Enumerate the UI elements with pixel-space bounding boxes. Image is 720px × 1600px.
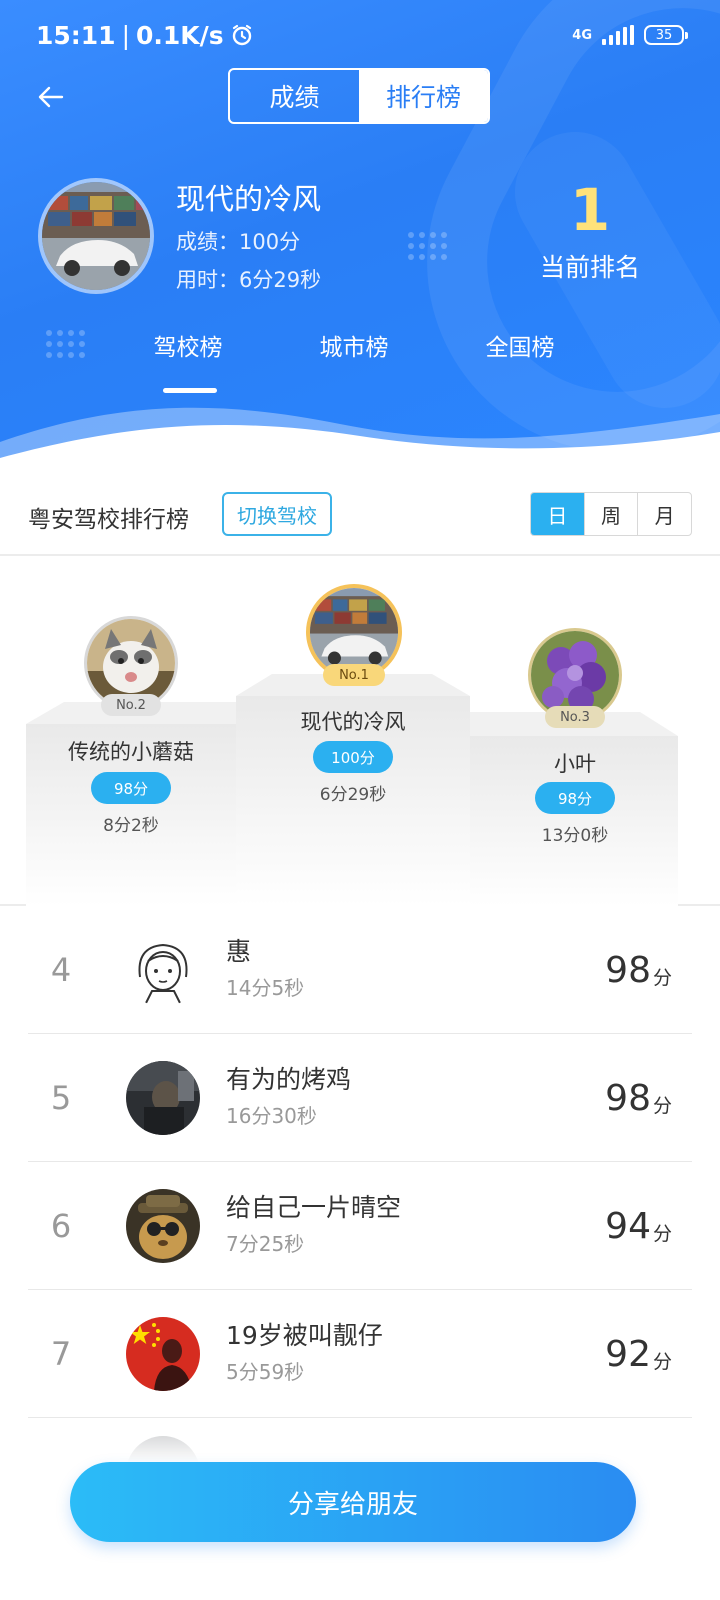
list-time: 16分30秒 (226, 1104, 317, 1128)
list-rank: 6 (50, 1207, 72, 1245)
my-score-label: 成绩： (176, 230, 239, 254)
avatar (126, 1061, 200, 1135)
list-time: 14分5秒 (226, 976, 305, 1000)
tab-national[interactable]: 全国榜 (460, 328, 580, 362)
status-speed: 0.1K/s (136, 20, 224, 50)
my-time-value: 6分29秒 (239, 268, 322, 292)
arrow-left-icon (38, 86, 64, 108)
list-score-unit: 分 (652, 1222, 672, 1245)
first-place-time: 6分29秒 (319, 785, 387, 805)
avatar (126, 933, 200, 1007)
signal-icon (602, 25, 634, 45)
tab-leaderboard[interactable]: 排行榜 (359, 70, 488, 122)
current-rank-label: 当前排名 (539, 253, 640, 282)
network-type: 4G (572, 27, 592, 43)
third-place-name: 小叶 (554, 752, 596, 776)
list-score-value: 92 (605, 1333, 651, 1375)
my-avatar (38, 178, 154, 294)
list-score-value: 98 (605, 949, 651, 991)
battery-level: 35 (655, 27, 673, 43)
status-left: 15:11 | 0.1K/s (36, 21, 254, 50)
view-switch: 成绩 排行榜 (228, 68, 490, 124)
second-place-score: 98分 (91, 772, 171, 804)
header: 15:11 | 0.1K/s 4G 35 成绩 排行榜 现代的冷风 成绩：100… (0, 0, 720, 470)
period-switch: 日 周 月 (530, 492, 692, 536)
my-name: 现代的冷风 (176, 182, 322, 216)
back-button[interactable] (34, 80, 68, 114)
list-item[interactable]: 5 有为的烤鸡 16分30秒 98 分 (28, 1034, 692, 1162)
second-place-time: 8分2秒 (103, 816, 159, 836)
section-title: 粤安驾校排行榜 (28, 507, 189, 533)
status-right: 4G 35 (572, 25, 688, 45)
list-item[interactable]: 4 惠 14分5秒 98 分 (28, 906, 692, 1034)
second-place-name: 传统的小蘑菇 (68, 740, 194, 764)
list-score-value: 98 (605, 1077, 651, 1119)
status-separator: | (121, 20, 131, 50)
status-time: 15:11 (36, 20, 116, 50)
my-time-label: 用时： (176, 268, 239, 292)
list-item[interactable]: 7 19岁被叫靓仔 5分59秒 92 分 (28, 1290, 692, 1418)
list-score: 94 分 (605, 1162, 672, 1290)
list-time: 7分25秒 (226, 1232, 305, 1256)
list-score-unit: 分 (652, 966, 672, 989)
podium: No.2 传统的小蘑菇 98分 8分2秒 No.1 现代的冷风 100分 6分2… (0, 556, 720, 906)
avatar (126, 1317, 200, 1391)
alarm-icon (230, 23, 254, 47)
list-score: 98 分 (605, 906, 672, 1034)
list-score-unit: 分 (652, 1350, 672, 1373)
list-name: 有为的烤鸡 (226, 1065, 352, 1094)
list-rank: 7 (50, 1335, 72, 1373)
header-wave (0, 407, 720, 470)
avatar (126, 1189, 200, 1263)
period-week[interactable]: 周 (583, 493, 638, 535)
scope-tabs: 驾校榜 城市榜 全国榜 (0, 322, 720, 393)
list-item[interactable]: 6 给自己一片晴空 7分25秒 94 分 (28, 1162, 692, 1290)
section-bar: 粤安驾校排行榜 切换驾校 日 周 月 (0, 472, 720, 556)
list-rank: 4 (50, 951, 72, 989)
my-time-line: 用时：6分29秒 (176, 264, 321, 294)
list-rank: 5 (50, 1079, 72, 1117)
ranking-list: 4 惠 14分5秒 98 分 5 有为的烤鸡 16分30秒 98 分 6 给自己… (0, 906, 720, 1478)
list-name: 19岁被叫靓仔 (226, 1321, 383, 1350)
third-place-score: 98分 (535, 782, 615, 814)
list-name: 给自己一片晴空 (226, 1193, 402, 1222)
battery-icon: 35 (644, 25, 688, 45)
list-score: 98 分 (605, 1034, 672, 1162)
first-place-score: 100分 (313, 741, 393, 773)
third-place-time: 13分0秒 (541, 826, 609, 846)
first-place-badge: No.1 (323, 664, 385, 686)
my-score-value: 100分 (239, 230, 301, 254)
dot-pattern (408, 232, 447, 260)
third-place-badge: No.3 (545, 706, 605, 728)
status-bar: 15:11 | 0.1K/s 4G 35 (0, 0, 720, 70)
period-day[interactable]: 日 (531, 493, 584, 535)
current-rank-number: 1 (569, 176, 611, 244)
list-name: 惠 (226, 937, 252, 966)
list-time: 5分59秒 (226, 1360, 305, 1384)
period-month[interactable]: 月 (637, 493, 691, 535)
switch-school-button[interactable]: 切换驾校 (222, 492, 332, 536)
first-place-name: 现代的冷风 (300, 710, 406, 734)
my-score-line: 成绩：100分 (176, 226, 300, 256)
list-score: 92 分 (605, 1290, 672, 1418)
tab-school[interactable]: 驾校榜 (128, 328, 248, 362)
list-score-unit: 分 (652, 1094, 672, 1117)
second-place-badge: No.2 (101, 694, 161, 716)
share-button[interactable]: 分享给朋友 (70, 1462, 636, 1542)
tab-score[interactable]: 成绩 (230, 70, 359, 122)
list-score-value: 94 (605, 1205, 651, 1247)
tab-city[interactable]: 城市榜 (294, 328, 414, 362)
